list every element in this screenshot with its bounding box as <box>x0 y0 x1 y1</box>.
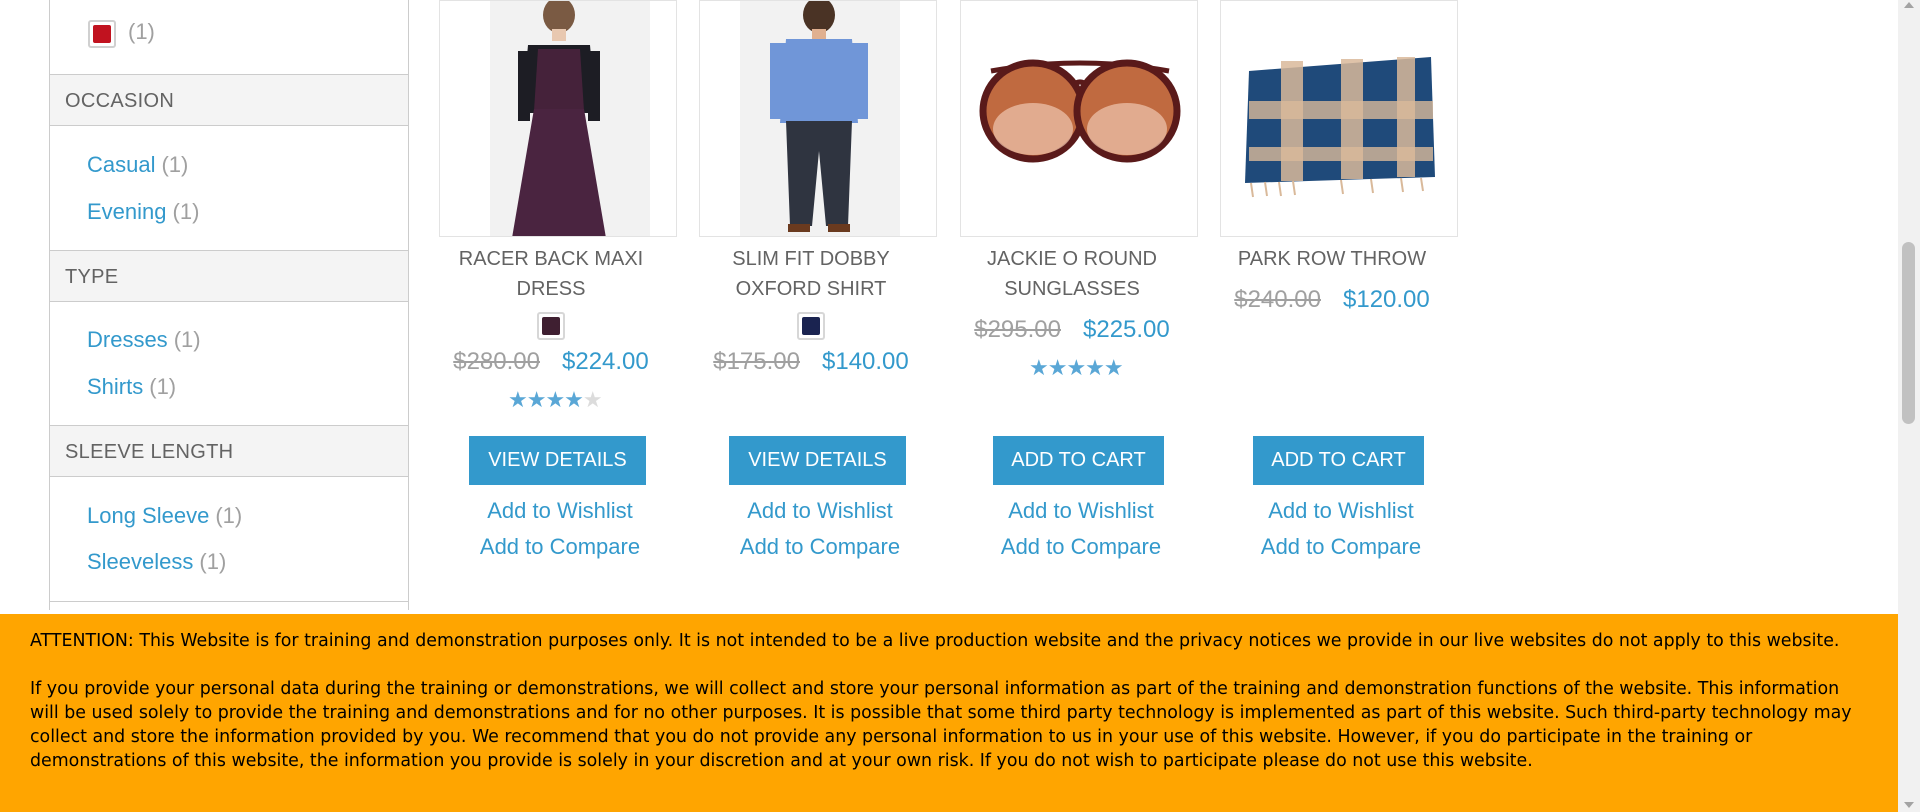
price-box: $175.00 $140.00 <box>681 348 941 376</box>
product-image-throw[interactable] <box>1220 0 1458 237</box>
layered-navigation-sidebar: (1) OCCASION Casual (1) Evening (1) TYPE D… <box>49 0 409 610</box>
filter-section-occasion: OCCASION <box>50 74 408 126</box>
demo-notice-banner: ATTENTION: This Website is for training … <box>0 614 1898 812</box>
add-to-compare-link[interactable]: Add to Compare <box>1211 534 1471 560</box>
product-name-line1[interactable]: SLIM FIT DOBBY <box>732 248 889 270</box>
product-name-line1[interactable]: PARK ROW THROW <box>1238 248 1426 270</box>
banner-privacy-text: If you provide your personal data during… <box>30 679 1852 771</box>
filter-item-shirts[interactable]: Shirts (1) <box>87 374 176 400</box>
filter-count: (1) <box>128 19 155 44</box>
filter-section-title[interactable]: SLEEVE LENGTH <box>50 425 408 477</box>
filter-link[interactable]: Casual <box>87 152 155 177</box>
product-name[interactable]: JACKIE O ROUND SUNGLASSES <box>942 244 1202 304</box>
filter-count: (1) <box>215 503 243 528</box>
scroll-thumb[interactable] <box>1902 242 1915 424</box>
product-name-line2[interactable]: DRESS <box>517 278 586 300</box>
view-details-button[interactable]: VIEW DETAILS <box>729 436 906 485</box>
view-details-button[interactable]: VIEW DETAILS <box>469 436 646 485</box>
swatch-fill <box>542 317 560 335</box>
add-to-wishlist-link[interactable]: Add to Wishlist <box>430 498 690 524</box>
add-to-wishlist-link[interactable]: Add to Wishlist <box>951 498 1211 524</box>
color-filter-count-row: (1) <box>122 19 155 45</box>
shirt-photo <box>740 1 900 236</box>
red-swatch-fill <box>93 25 111 43</box>
scroll-down-arrow-icon[interactable] <box>1904 802 1914 808</box>
filter-link[interactable]: Dresses <box>87 327 168 352</box>
banner-attention-text: ATTENTION: This Website is for training … <box>30 631 1840 651</box>
old-price: $240.00 <box>1234 286 1321 313</box>
filter-link[interactable]: Sleeveless <box>87 549 193 574</box>
product-name-line2[interactable]: OXFORD SHIRT <box>736 278 887 300</box>
product-color-swatch[interactable] <box>537 312 565 340</box>
vertical-scrollbar[interactable] <box>1898 0 1920 812</box>
divider <box>50 601 408 602</box>
special-price: $224.00 <box>562 348 649 375</box>
product-color-swatch[interactable] <box>797 312 825 340</box>
product-name[interactable]: SLIM FIT DOBBY OXFORD SHIRT <box>681 244 941 304</box>
price-box: $280.00 $224.00 <box>421 348 681 376</box>
add-to-compare-link[interactable]: Add to Compare <box>690 534 950 560</box>
add-to-compare-link[interactable]: Add to Compare <box>430 534 690 560</box>
add-to-compare-link[interactable]: Add to Compare <box>951 534 1211 560</box>
filter-count: (1) <box>161 152 189 177</box>
add-to-wishlist-link[interactable]: Add to Wishlist <box>1211 498 1471 524</box>
swatch-fill <box>802 317 820 335</box>
product-name[interactable]: RACER BACK MAXI DRESS <box>421 244 681 304</box>
filter-link[interactable]: Evening <box>87 199 167 224</box>
dress-photo <box>490 1 650 236</box>
filter-count: (1) <box>149 374 177 399</box>
rating-stars: ★★★★★ <box>508 387 603 412</box>
scroll-up-arrow-icon[interactable] <box>1904 2 1914 8</box>
filter-item-dresses[interactable]: Dresses (1) <box>87 327 201 353</box>
special-price: $140.00 <box>822 348 909 375</box>
product-image-oxford-shirt[interactable] <box>699 0 937 237</box>
filter-link[interactable]: Long Sleeve <box>87 503 209 528</box>
old-price: $175.00 <box>713 348 800 375</box>
filter-section-type: TYPE <box>50 250 408 302</box>
product-image-maxi-dress[interactable] <box>439 0 677 237</box>
filter-section-title[interactable]: TYPE <box>50 250 408 302</box>
price-box: $240.00 $120.00 <box>1202 286 1462 314</box>
price-box: $295.00 $225.00 <box>942 316 1202 344</box>
filter-item-sleeveless[interactable]: Sleeveless (1) <box>87 549 226 575</box>
filter-item-evening[interactable]: Evening (1) <box>87 199 199 225</box>
filter-count: (1) <box>173 327 201 352</box>
filter-count: (1) <box>172 199 200 224</box>
add-to-cart-button[interactable]: ADD TO CART <box>993 436 1164 485</box>
special-price: $225.00 <box>1083 316 1170 343</box>
product-name[interactable]: PARK ROW THROW <box>1202 244 1462 274</box>
sunglasses-photo <box>979 59 1181 163</box>
filter-section-title[interactable]: OCCASION <box>50 74 408 126</box>
special-price: $120.00 <box>1343 286 1430 313</box>
add-to-cart-button[interactable]: ADD TO CART <box>1253 436 1424 485</box>
filter-link[interactable]: Shirts <box>87 374 143 399</box>
filter-item-long-sleeve[interactable]: Long Sleeve (1) <box>87 503 242 529</box>
color-swatch-red[interactable] <box>88 20 116 48</box>
old-price: $280.00 <box>453 348 540 375</box>
rating-stars: ★★★★★ <box>1029 355 1124 380</box>
filter-section-sleeve-length: SLEEVE LENGTH <box>50 425 408 477</box>
product-image-sunglasses[interactable] <box>960 0 1198 237</box>
product-name-line1[interactable]: RACER BACK MAXI <box>459 248 643 270</box>
old-price: $295.00 <box>974 316 1061 343</box>
filter-item-casual[interactable]: Casual (1) <box>87 152 188 178</box>
filter-count: (1) <box>199 549 227 574</box>
add-to-wishlist-link[interactable]: Add to Wishlist <box>690 498 950 524</box>
throw-photo <box>1245 57 1435 198</box>
product-name-line2[interactable]: SUNGLASSES <box>1004 278 1140 300</box>
product-name-line1[interactable]: JACKIE O ROUND <box>987 248 1157 270</box>
